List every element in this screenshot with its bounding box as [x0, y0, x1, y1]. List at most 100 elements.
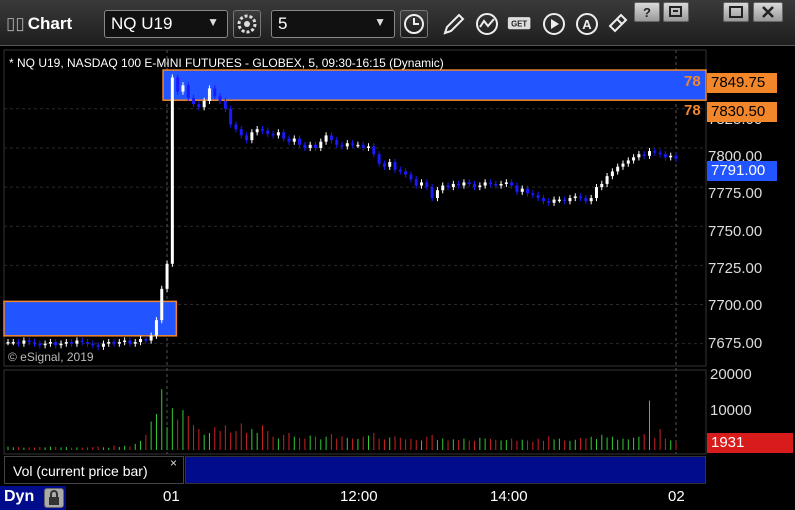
candle-body [324, 135, 328, 142]
candle-body [557, 199, 561, 202]
candle-body [117, 342, 121, 344]
alert-icon[interactable]: A [574, 11, 600, 37]
candle-body [101, 343, 105, 347]
candle-body [33, 342, 37, 344]
candle-body [154, 320, 158, 336]
restore-icon[interactable] [663, 2, 689, 22]
candle-body [149, 335, 153, 341]
candle-body [589, 198, 593, 202]
symbol-input[interactable]: NQ U19 ▼ [104, 10, 228, 38]
candle-body [260, 129, 264, 131]
lower-line-label: 78 [684, 102, 701, 119]
candle-body [218, 96, 222, 101]
candle-body [128, 340, 132, 344]
candle-body [245, 135, 249, 141]
chevron-down-icon[interactable]: ▼ [207, 15, 219, 29]
current-price-flag: 7791.00 [707, 161, 777, 181]
maximize-icon[interactable] [723, 2, 749, 22]
candle-body [287, 138, 291, 142]
candle-body [653, 151, 657, 153]
candle-body [584, 198, 588, 202]
candle-body [600, 183, 604, 188]
candle-body [266, 130, 270, 134]
candle-body [234, 124, 238, 130]
candle-body [563, 199, 567, 202]
close-icon[interactable] [753, 2, 783, 22]
window-title: ▯▯ Chart [6, 14, 72, 34]
candle-body [420, 182, 424, 186]
candle-body [197, 104, 201, 108]
drag-handle-icon[interactable]: ▯▯ [6, 14, 25, 34]
window-title-text: Chart [27, 14, 73, 33]
candle-body [139, 338, 143, 343]
candle-body [610, 171, 614, 177]
pencil-draw-icon[interactable] [441, 11, 467, 37]
candle-body [510, 182, 514, 186]
study-icon[interactable] [474, 11, 500, 37]
candle-body [446, 185, 450, 188]
candle-body [176, 77, 180, 92]
candle-body [669, 155, 673, 158]
candle-body [647, 151, 651, 156]
candle-body [398, 169, 402, 172]
upper-line-flag: 7849.75 [707, 73, 777, 93]
interval-value: 5 [278, 14, 288, 33]
price-tick: 7725.00 [708, 260, 763, 277]
candle-body [6, 342, 10, 344]
candle-body [462, 182, 466, 186]
candle-body [144, 338, 148, 341]
watermark: © eSignal, 2019 [8, 350, 94, 364]
upper-line-label: 78 [684, 73, 701, 90]
chevron-down-icon[interactable]: ▼ [374, 15, 386, 29]
price-chart[interactable] [0, 46, 795, 486]
dynamic-mode-label: Dyn [4, 488, 35, 505]
candle-body [340, 144, 344, 147]
candle-body [594, 187, 598, 199]
interval-input[interactable]: 5 ▼ [271, 10, 395, 38]
settings-gear-icon[interactable] [233, 10, 261, 38]
candle-body [356, 144, 360, 147]
candle-body [372, 146, 376, 155]
candle-body [504, 182, 508, 184]
candle-body [59, 343, 63, 346]
volume-study-label[interactable]: Vol (current price bar) [4, 456, 184, 484]
close-study-icon[interactable]: × [170, 456, 177, 470]
clock-icon[interactable] [400, 10, 428, 38]
help-icon[interactable]: ? [634, 2, 660, 22]
volume-pane-frame [3, 369, 707, 455]
candle-body [573, 196, 577, 199]
candle-body [467, 182, 471, 184]
candle-body [536, 194, 540, 199]
play-icon[interactable] [541, 11, 567, 37]
candle-body [515, 185, 519, 192]
lower-line-flag: 7830.50 [707, 102, 777, 122]
candle-body [298, 138, 302, 145]
candle-body [91, 343, 95, 346]
time-tick: 14:00 [490, 488, 528, 505]
candle-body [473, 183, 477, 188]
candle-body [250, 132, 254, 141]
candle-body [80, 340, 84, 343]
candle-body [27, 340, 31, 343]
candle-body [531, 193, 535, 195]
lock-icon[interactable] [44, 488, 64, 508]
candle-body [213, 88, 217, 97]
candle-body [170, 77, 174, 264]
candle-body [568, 198, 572, 202]
time-tick: 02 [668, 488, 685, 505]
time-tick: 01 [163, 488, 180, 505]
candle-body [107, 342, 111, 344]
candle-body [382, 163, 386, 167]
candle-body [377, 154, 381, 164]
candle-body [632, 157, 636, 161]
get-icon[interactable]: GET [507, 11, 533, 37]
candle-body [616, 166, 620, 172]
candle-body [17, 342, 21, 344]
link-icon[interactable] [605, 11, 631, 37]
time-tick: 12:00 [340, 488, 378, 505]
candle-body [329, 135, 333, 141]
candle-body [186, 85, 190, 98]
candle-body [22, 340, 26, 344]
candle-body [361, 144, 365, 148]
candle-body [276, 132, 280, 136]
